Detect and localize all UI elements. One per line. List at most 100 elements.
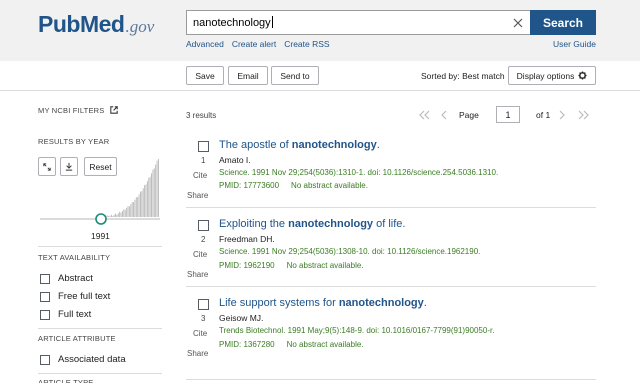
histogram-bar (156, 160, 158, 217)
result-number: 3 (201, 314, 206, 323)
histogram-bar (123, 209, 125, 217)
title-text: . (376, 139, 380, 151)
last-page-button[interactable] (578, 106, 590, 123)
share-button[interactable]: Share (187, 191, 208, 200)
filter-associated-data[interactable]: Associated data (40, 354, 126, 365)
year-slider-handle[interactable] (95, 213, 107, 225)
sidebar-divider (38, 328, 162, 329)
year-label: 1991 (91, 231, 110, 241)
result-number: 1 (201, 156, 206, 165)
save-button[interactable]: Save (186, 66, 224, 85)
checkbox[interactable] (40, 291, 50, 302)
abstract-note: No abstract available. (286, 261, 364, 270)
histogram-bar (113, 214, 115, 217)
result-authors: Freedman DH. (219, 234, 275, 244)
header: Pub Med .gov nanotechnology Search Advance… (0, 0, 640, 61)
filter-free-full-text[interactable]: Free full text (40, 291, 110, 302)
search-sublinks: Advanced Create alert Create RSS (186, 39, 330, 49)
filter-full-text[interactable]: Full text (40, 309, 91, 320)
histogram-bar (130, 204, 132, 217)
cite-button[interactable]: Cite (193, 329, 207, 338)
result-divider (186, 379, 596, 380)
create-rss-link[interactable]: Create RSS (284, 39, 329, 49)
search-input[interactable]: nanotechnology (186, 10, 531, 35)
results-toolbar: Save Email Send to Sorted by: Best match… (0, 61, 640, 91)
user-guide-link[interactable]: User Guide (553, 39, 596, 49)
first-page-button[interactable] (418, 106, 430, 123)
histogram-bar (153, 168, 155, 217)
result-divider (186, 286, 596, 287)
pmid-value: PMID: 17773600 (219, 181, 280, 190)
pubmed-logo[interactable]: Pub Med .gov (38, 11, 154, 39)
histogram-bar (108, 216, 110, 217)
histogram-bar (158, 159, 159, 217)
title-highlight: nanotechnology (338, 297, 424, 309)
histogram-bar (120, 212, 122, 217)
histogram-bar (151, 173, 152, 217)
year-histogram[interactable] (38, 155, 162, 225)
result-pmid: PMID: 1962190 No abstract available. (219, 261, 364, 270)
histogram-bar (128, 206, 130, 217)
sort-label[interactable]: Sorted by: Best match (421, 71, 505, 81)
result-checkbox[interactable] (198, 220, 209, 231)
histogram-bar (112, 216, 114, 217)
histogram-bar (126, 208, 128, 217)
histogram-bar (115, 213, 116, 217)
result-title-link[interactable]: Exploiting the nanotechnology of life. (219, 218, 405, 230)
result-checkbox[interactable] (198, 141, 209, 152)
title-highlight: nanotechnology (291, 139, 377, 151)
send-to-button[interactable]: Send to (271, 66, 319, 85)
clear-search-button[interactable] (504, 10, 531, 35)
email-button[interactable]: Email (228, 66, 268, 85)
histogram-bar (144, 185, 146, 217)
histogram-bar (124, 209, 126, 217)
sidebar-divider (38, 373, 162, 374)
external-link-icon (110, 106, 118, 114)
pmid-value: PMID: 1962190 (219, 261, 275, 270)
search-button[interactable]: Search (530, 10, 596, 35)
result-title-link[interactable]: Life support systems for nanotechnology. (219, 297, 427, 309)
checkbox[interactable] (40, 273, 50, 284)
filter-abstract-label: Abstract (58, 273, 93, 284)
cite-button[interactable]: Cite (193, 171, 207, 180)
result-authors: Geisow MJ. (219, 313, 264, 323)
page-number-input[interactable]: 1 (496, 106, 520, 123)
abstract-note: No abstract available. (286, 340, 364, 349)
result-citation: Science. 1991 Nov 29;254(5036):1310-1. d… (219, 168, 499, 177)
results-count: 3 results (186, 111, 217, 120)
filter-abstract[interactable]: Abstract (40, 273, 93, 284)
result-checkbox[interactable] (198, 299, 209, 310)
pmid-value: PMID: 1367280 (219, 340, 275, 349)
text-availability-heading: TEXT AVAILABILITY (38, 253, 111, 262)
advanced-link[interactable]: Advanced (186, 39, 224, 49)
share-button[interactable]: Share (187, 349, 208, 358)
filter-associated-data-label: Associated data (58, 354, 126, 365)
result-title-link[interactable]: The apostle of nanotechnology. (219, 139, 380, 151)
my-ncbi-filters-label: MY NCBI FILTERS (38, 106, 105, 115)
cite-button[interactable]: Cite (193, 250, 207, 259)
logo-pub: Pub (38, 11, 80, 37)
histogram-bar (155, 164, 157, 217)
histogram-bar (141, 191, 143, 217)
histogram-bar (110, 214, 112, 217)
result-authors: Amato I. (219, 155, 251, 165)
display-options-button[interactable]: Display options (508, 66, 596, 85)
checkbox[interactable] (40, 309, 50, 320)
logo-med: Med (79, 11, 125, 37)
title-text: of life. (373, 218, 406, 230)
create-alert-link[interactable]: Create alert (232, 39, 276, 49)
histogram-bar (149, 176, 151, 217)
next-page-button[interactable] (558, 106, 566, 123)
filter-full-text-label: Full text (58, 309, 92, 320)
checkbox[interactable] (40, 354, 50, 365)
prev-page-button[interactable] (440, 106, 448, 123)
share-button[interactable]: Share (187, 270, 208, 279)
histogram-bars (104, 159, 159, 217)
histogram-bar (117, 213, 119, 217)
first-page-icon (419, 110, 430, 119)
title-text: Life support systems for (219, 297, 339, 309)
title-text: Exploiting the (219, 218, 289, 230)
sidebar-divider (38, 246, 162, 247)
my-ncbi-filters-heading[interactable]: MY NCBI FILTERS (38, 106, 118, 115)
title-text: . (423, 297, 427, 309)
